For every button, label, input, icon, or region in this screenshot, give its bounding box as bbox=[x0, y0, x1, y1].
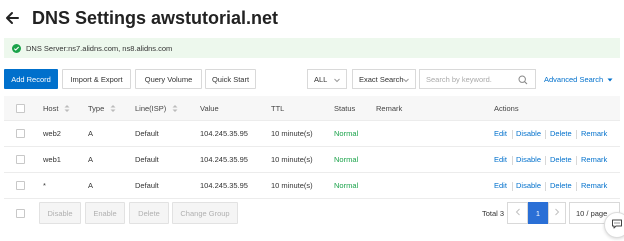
column-actions: Actions bbox=[494, 103, 519, 113]
quick-start-button[interactable]: Quick Start bbox=[205, 69, 256, 89]
row-checkbox[interactable] bbox=[16, 173, 25, 198]
column-type-label: Type bbox=[88, 103, 105, 113]
filter-select[interactable]: ALL bbox=[307, 69, 347, 89]
query-volume-button[interactable]: Query Volume bbox=[135, 69, 202, 89]
chat-float-button[interactable] bbox=[604, 212, 624, 238]
search-box bbox=[419, 69, 536, 89]
back-arrow-icon[interactable] bbox=[4, 10, 20, 26]
column-line-label: Line(ISP) bbox=[135, 103, 167, 113]
delete-link[interactable]: Delete bbox=[550, 147, 572, 172]
page-title: DNS Settings awstutorial.net bbox=[32, 7, 279, 28]
column-host-label: Host bbox=[43, 103, 59, 113]
page-size-value: 10 / page bbox=[576, 208, 608, 218]
table-row: * A Default 104.245.35.95 10 minute(s) N… bbox=[4, 173, 620, 199]
prev-page-button[interactable] bbox=[507, 202, 528, 224]
search-type-value: Exact Search bbox=[359, 74, 404, 84]
chevron-down-icon bbox=[333, 76, 341, 84]
footer-select-all-checkbox[interactable] bbox=[16, 202, 25, 224]
add-record-button[interactable]: Add Record bbox=[4, 69, 58, 89]
row-checkbox[interactable] bbox=[16, 121, 25, 146]
batch-disable-button[interactable]: Disable bbox=[39, 202, 81, 224]
chat-icon bbox=[611, 218, 623, 232]
status-cell: Normal bbox=[334, 155, 359, 164]
column-host[interactable]: Host bbox=[43, 96, 70, 120]
dns-records-table: Host Type Line(ISP) Value TTL Status Rem… bbox=[4, 96, 620, 199]
type-cell: A bbox=[88, 129, 94, 138]
chevron-left-icon bbox=[515, 208, 521, 218]
batch-delete-button[interactable]: Delete bbox=[129, 202, 169, 224]
edit-link[interactable]: Edit bbox=[494, 121, 507, 146]
advanced-search-link[interactable]: Advanced Search bbox=[544, 69, 613, 89]
ttl-cell: 10 minute(s) bbox=[271, 129, 313, 138]
table-row: web1 A Default 104.245.35.95 10 minute(s… bbox=[4, 147, 620, 173]
row-checkbox[interactable] bbox=[16, 147, 25, 172]
column-ttl: TTL bbox=[271, 103, 285, 113]
select-all-checkbox[interactable] bbox=[16, 96, 25, 120]
edit-link[interactable]: Edit bbox=[494, 173, 507, 198]
check-circle-icon bbox=[12, 43, 21, 53]
sort-icon[interactable] bbox=[110, 104, 116, 113]
batch-enable-button[interactable]: Enable bbox=[85, 202, 125, 224]
next-page-button[interactable] bbox=[548, 202, 566, 224]
column-status: Status bbox=[334, 103, 356, 113]
ttl-cell: 10 minute(s) bbox=[271, 181, 313, 190]
column-line[interactable]: Line(ISP) bbox=[135, 96, 178, 120]
search-icon[interactable] bbox=[518, 75, 528, 85]
column-remark: Remark bbox=[376, 103, 403, 113]
status-cell: Normal bbox=[334, 129, 359, 138]
edit-link[interactable]: Edit bbox=[494, 147, 507, 172]
remark-link[interactable]: Remark bbox=[581, 173, 607, 198]
import-export-button[interactable]: Import & Export bbox=[62, 69, 131, 89]
line-cell: Default bbox=[135, 129, 159, 138]
remark-link[interactable]: Remark bbox=[581, 147, 607, 172]
caret-down-icon bbox=[607, 76, 613, 82]
value-cell: 104.245.35.95 bbox=[200, 181, 248, 190]
column-type[interactable]: Type bbox=[88, 96, 116, 120]
delete-link[interactable]: Delete bbox=[550, 121, 572, 146]
disable-link[interactable]: Disable bbox=[516, 121, 541, 146]
page-header: DNS Settings awstutorial.net bbox=[4, 6, 278, 30]
advanced-search-label: Advanced Search bbox=[544, 74, 604, 84]
host-cell: web2 bbox=[43, 129, 61, 138]
sort-icon[interactable] bbox=[64, 104, 70, 113]
chevron-down-icon bbox=[402, 76, 410, 84]
search-input[interactable] bbox=[420, 74, 520, 84]
value-cell: 104.245.35.95 bbox=[200, 155, 248, 164]
type-cell: A bbox=[88, 181, 94, 190]
chevron-right-icon bbox=[554, 208, 560, 218]
delete-link[interactable]: Delete bbox=[550, 173, 572, 198]
column-value: Value bbox=[200, 103, 219, 113]
host-cell: * bbox=[43, 181, 46, 190]
toolbar: Add Record Import & Export Query Volume … bbox=[4, 69, 620, 89]
dns-server-info-bar: DNS Server:ns7.alidns.com, ns8.alidns.co… bbox=[4, 38, 620, 58]
dns-server-text: DNS Server:ns7.alidns.com, ns8.alidns.co… bbox=[26, 43, 173, 53]
status-cell: Normal bbox=[334, 181, 359, 190]
ttl-cell: 10 minute(s) bbox=[271, 155, 313, 164]
line-cell: Default bbox=[135, 181, 159, 190]
total-count: Total 3 bbox=[482, 208, 505, 218]
line-cell: Default bbox=[135, 155, 159, 164]
table-header: Host Type Line(ISP) Value TTL Status Rem… bbox=[4, 96, 620, 121]
search-type-select[interactable]: Exact Search bbox=[352, 69, 416, 89]
table-footer: Disable Enable Delete Change Group Total… bbox=[4, 202, 620, 224]
remark-link[interactable]: Remark bbox=[581, 121, 607, 146]
type-cell: A bbox=[88, 155, 94, 164]
disable-link[interactable]: Disable bbox=[516, 173, 541, 198]
disable-link[interactable]: Disable bbox=[516, 147, 541, 172]
value-cell: 104.245.35.95 bbox=[200, 129, 248, 138]
page-1-button[interactable]: 1 bbox=[528, 202, 548, 224]
host-cell: web1 bbox=[43, 155, 61, 164]
change-group-button[interactable]: Change Group bbox=[172, 202, 238, 224]
filter-select-value: ALL bbox=[314, 74, 328, 84]
sort-icon[interactable] bbox=[172, 104, 178, 113]
table-row: web2 A Default 104.245.35.95 10 minute(s… bbox=[4, 121, 620, 147]
